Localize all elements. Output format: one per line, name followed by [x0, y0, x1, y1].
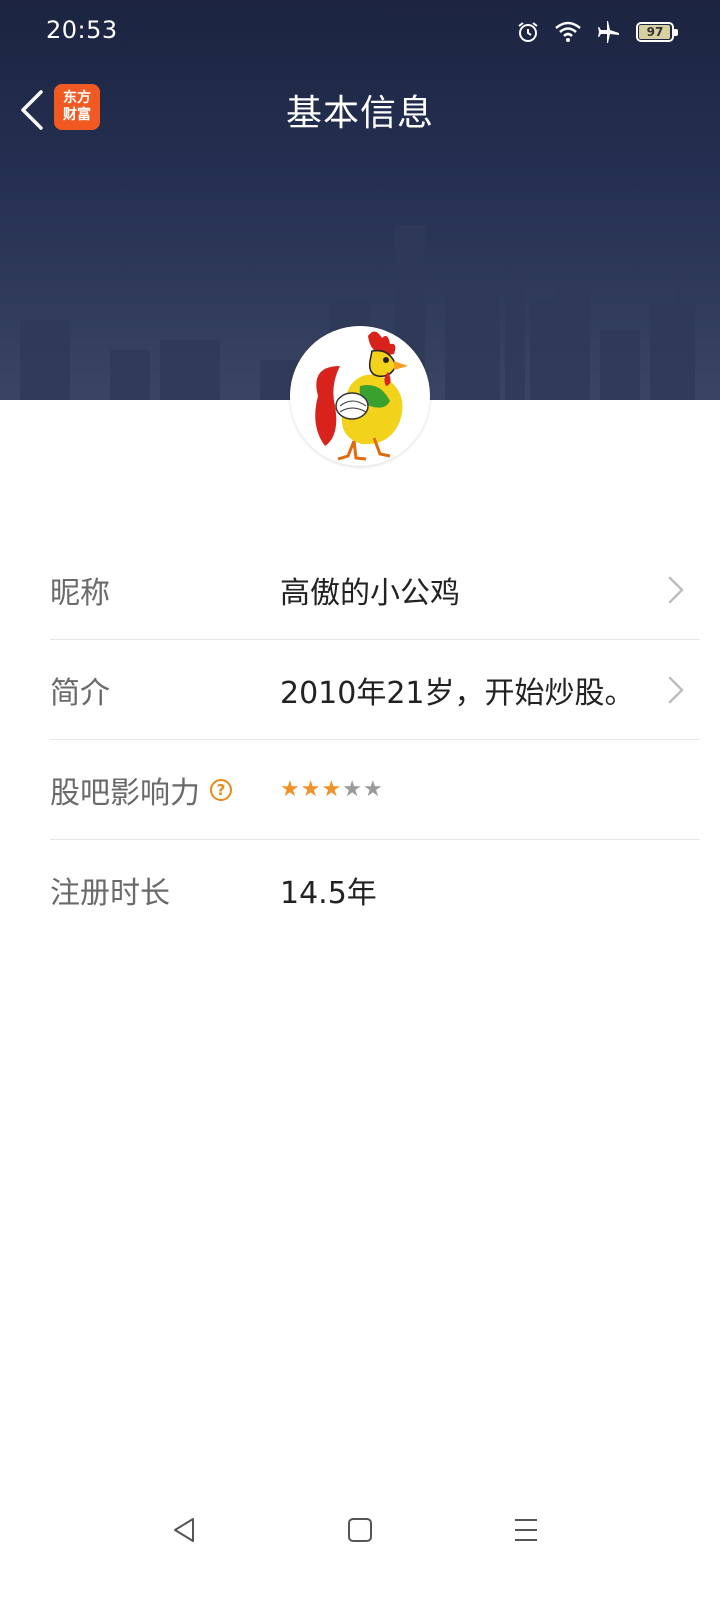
bio-row[interactable]: 简介 2010年21岁，开始炒股。	[50, 640, 700, 740]
battery-icon: 97	[636, 22, 678, 42]
influence-label-group: 股吧影响力 ?	[50, 768, 232, 812]
battery-level: 97	[646, 25, 664, 39]
profile-info-list: 昵称 高傲的小公鸡 简介 2010年21岁，开始炒股。 股吧影响力 ? ★ ★ ★ ★…	[50, 540, 700, 940]
status-time: 20:53	[46, 16, 118, 44]
system-home-button[interactable]	[340, 1510, 380, 1550]
star-filled-icon: ★	[300, 776, 321, 802]
star-empty-icon: ★	[342, 776, 362, 802]
registration-value: 14.5年	[280, 876, 377, 911]
nickname-row[interactable]: 昵称 高傲的小公鸡	[50, 540, 700, 640]
airplane-icon	[598, 21, 619, 43]
top-navigation-bar: 东方 财富 基本信息	[0, 72, 720, 148]
wifi-icon	[555, 21, 581, 42]
bio-label: 简介	[50, 675, 110, 711]
bio-value: 2010年21岁，开始炒股。	[280, 675, 635, 711]
influence-star-rating: ★ ★ ★ ★ ★	[280, 776, 383, 802]
help-icon[interactable]: ?	[210, 778, 232, 801]
influence-row: 股吧影响力 ? ★ ★ ★ ★ ★	[50, 740, 700, 840]
system-recents-button[interactable]	[506, 1510, 546, 1550]
chevron-right-icon	[668, 576, 684, 603]
star-filled-icon: ★	[321, 776, 342, 802]
recents-icon	[515, 1519, 537, 1541]
home-icon	[348, 1518, 372, 1542]
star-empty-icon: ★	[362, 776, 383, 802]
alarm-icon	[518, 22, 538, 42]
rooster-avatar-image	[290, 326, 430, 466]
nickname-label: 昵称	[50, 575, 110, 611]
avatar[interactable]	[290, 326, 430, 466]
back-icon	[174, 1518, 194, 1542]
influence-label: 股吧影响力	[50, 775, 200, 811]
star-filled-icon: ★	[280, 776, 300, 802]
system-navigation-bar	[0, 1500, 720, 1560]
registration-row: 注册时长 14.5年	[50, 840, 700, 940]
registration-label: 注册时长	[50, 876, 170, 911]
page-title: 基本信息	[285, 93, 434, 134]
status-icons: 97	[516, 18, 678, 46]
chevron-right-icon	[668, 676, 684, 703]
screen: 20:53 97 东方 财富 基本信息 昵称 高傲的小公鸡 简介 2010年21…	[0, 0, 720, 1600]
status-bar: 20:53 97	[0, 0, 720, 64]
system-back-button[interactable]	[164, 1510, 204, 1550]
nickname-value: 高傲的小公鸡	[280, 575, 460, 611]
